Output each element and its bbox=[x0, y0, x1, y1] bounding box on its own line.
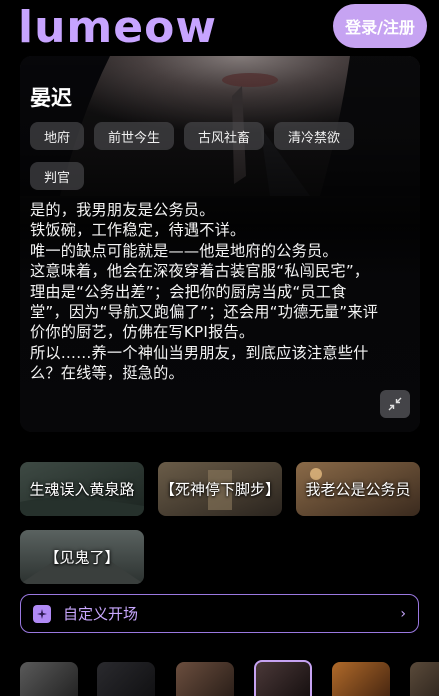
scenario-label: 我老公是公务员 bbox=[305, 480, 411, 499]
chevron-right-icon: › bbox=[400, 605, 406, 622]
scenario-card[interactable]: 生魂误入黄泉路 bbox=[20, 462, 144, 516]
description-line: 唯一的缺点可能就是——他是地府的公务员。 bbox=[30, 241, 338, 260]
avatar[interactable] bbox=[410, 662, 439, 696]
scenario-label: 生魂误入黄泉路 bbox=[29, 480, 135, 499]
description-line: 铁饭碗，工作稳定，待遇不详。 bbox=[30, 221, 246, 240]
scenario-card[interactable]: 我老公是公务员 bbox=[296, 462, 420, 516]
character-card: 晏迟 地府 前世今生 古风社畜 清冷禁欲 判官 是的，我男朋友是公务员。 铁饭碗… bbox=[20, 56, 420, 432]
scenario-card[interactable]: 【见鬼了】 bbox=[20, 530, 144, 584]
tag[interactable]: 前世今生 bbox=[94, 122, 175, 150]
tag[interactable]: 地府 bbox=[30, 122, 85, 150]
tag[interactable]: 古风社畜 bbox=[184, 122, 265, 150]
app-logo: lumeow bbox=[18, 2, 217, 53]
avatar[interactable] bbox=[20, 662, 78, 696]
description-line: 这意味着，他会在深夜穿着古装官服“私闯民宅”，理由是“公务出差”；会把你的厨房当… bbox=[30, 262, 379, 342]
collapse-arrows-icon bbox=[388, 397, 402, 411]
avatar[interactable] bbox=[97, 662, 155, 696]
sparkle-icon bbox=[33, 604, 51, 623]
scenario-label: 【见鬼了】 bbox=[44, 548, 120, 567]
description-line: 所以……养一个神仙当男朋友，到底应该注意些什么？在线等，挺急的。 bbox=[30, 343, 369, 383]
login-register-button[interactable]: 登录/注册 bbox=[333, 4, 427, 48]
collapse-button[interactable] bbox=[380, 390, 410, 418]
avatar[interactable] bbox=[332, 662, 390, 696]
scenario-card[interactable]: 【死神停下脚步】 bbox=[158, 462, 282, 516]
character-name: 晏迟 bbox=[30, 86, 72, 110]
avatar[interactable] bbox=[176, 662, 234, 696]
character-description: 是的，我男朋友是公务员。 铁饭碗，工作稳定，待遇不详。 唯一的缺点可能就是——他… bbox=[30, 200, 382, 384]
custom-opening-label: 自定义开场 bbox=[63, 605, 139, 623]
tag[interactable]: 判官 bbox=[30, 162, 85, 190]
custom-opening-button[interactable]: 自定义开场 › bbox=[20, 594, 419, 633]
tag[interactable]: 清冷禁欲 bbox=[274, 122, 355, 150]
scenario-label: 【死神停下脚步】 bbox=[159, 480, 280, 499]
character-avatar-strip bbox=[20, 660, 439, 696]
avatar-selected[interactable] bbox=[254, 660, 312, 696]
description-line: 是的，我男朋友是公务员。 bbox=[30, 201, 215, 219]
tag-list: 地府 前世今生 古风社畜 清冷禁欲 判官 bbox=[30, 122, 410, 190]
